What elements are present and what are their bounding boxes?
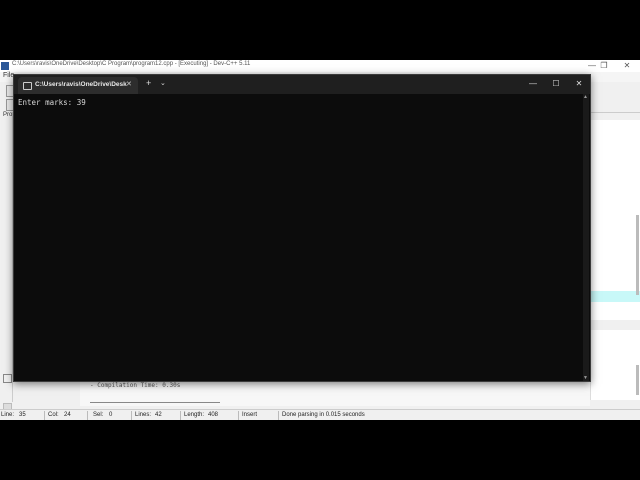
ide-window-title: C:\Users\ravis\OneDrive\Desktop\C Progra… [12,61,251,67]
status-divider [180,411,181,420]
status-col-value: 24 [64,412,71,418]
status-line-label: Line: [1,412,15,418]
console-scrollbar[interactable]: ▲ ▼ [583,94,589,381]
status-message: Done parsing in 0.015 seconds [282,412,365,418]
project-tab-label[interactable]: Pro [3,112,12,118]
console-window: C:\Users\ravis\OneDrive\Desk ✕ + ⌄ — ☐ ✕… [13,74,591,382]
console-output: Enter marks: 39 [18,98,86,107]
console-minimize-button[interactable]: — [526,79,540,88]
ide-maximize-button[interactable]: ❐ [597,60,611,72]
status-divider [87,411,88,420]
status-mode: Insert [242,412,258,418]
highlighted-line [591,291,640,302]
status-bar: Line: 35 Col: 24 Sel: 0 Lines: 42 Length… [0,409,640,420]
editor-area [590,120,640,320]
project-panel: Pro [0,112,13,415]
editor-scrollbar[interactable] [636,215,639,295]
status-line-value: 35 [19,412,26,418]
status-divider [238,411,239,420]
compile-log: - Compilation Time: 0.30s [80,380,590,406]
console-tab[interactable]: C:\Users\ravis\OneDrive\Desk ✕ [18,77,138,94]
status-col-label: Col: [48,412,59,418]
compilation-time: - Compilation Time: 0.30s [90,382,181,389]
status-length-value: 408 [208,412,219,418]
messages-area [590,330,640,400]
terminal-icon [23,82,32,90]
console-close-button[interactable]: ✕ [572,79,586,88]
devcpp-app-icon [1,62,9,70]
tab-close-icon[interactable]: ✕ [126,80,132,88]
console-maximize-button[interactable]: ☐ [549,79,563,88]
tab-dropdown-icon[interactable]: ⌄ [160,79,166,87]
status-sel-label: Sel: [93,412,104,418]
status-lines-value: 42 [155,412,162,418]
messages-scrollbar[interactable] [636,365,639,395]
status-divider [278,411,279,420]
console-tab-title: C:\Users\ravis\OneDrive\Desk [35,81,127,88]
status-length-label: Length: [184,412,205,418]
separator-line [90,402,220,403]
status-sel-value: 0 [109,412,113,418]
screen: C:\Users\ravis\OneDrive\Desktop\C Progra… [0,60,640,420]
status-lines-label: Lines: [135,412,152,418]
status-divider [44,411,45,420]
scroll-down-icon[interactable]: ▼ [583,375,588,381]
new-tab-button[interactable]: + [146,78,151,88]
scroll-up-icon[interactable]: ▲ [583,94,588,100]
console-title-bar: C:\Users\ravis\OneDrive\Desk ✕ + ⌄ — ☐ ✕ [14,75,590,94]
grid-icon[interactable] [3,374,12,383]
status-divider [131,411,132,420]
ide-close-button[interactable]: ✕ [620,60,634,72]
console-body[interactable]: Enter marks: 39 [14,94,584,381]
